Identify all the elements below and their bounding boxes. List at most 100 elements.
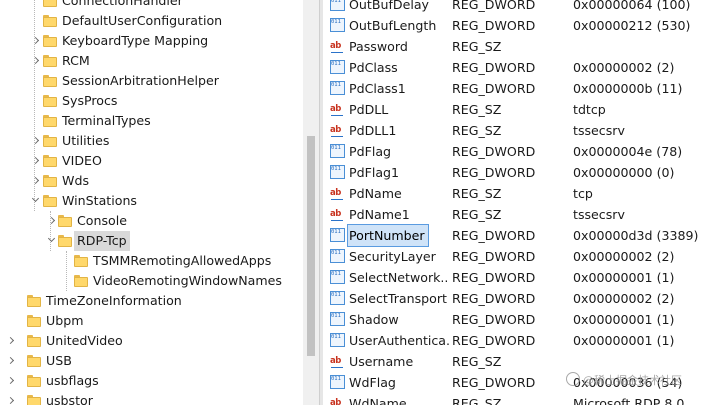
value-row[interactable]: 011 110 PdClass1 REG_DWORD 0x0000000b (11) bbox=[323, 78, 715, 99]
value-type: REG_SZ bbox=[452, 39, 502, 54]
value-name: PdName1 bbox=[349, 207, 410, 222]
value-data: 0x00000212 (530) bbox=[573, 18, 691, 33]
tree-item[interactable]: usbstor bbox=[0, 391, 303, 405]
value-type: REG_DWORD bbox=[452, 144, 536, 159]
value-row[interactable]: ab Username REG_SZ bbox=[323, 351, 715, 372]
chevron-right-icon[interactable] bbox=[6, 331, 16, 351]
tree-item[interactable]: UnitedVideo bbox=[0, 331, 303, 351]
value-row[interactable]: ab PdDLL REG_SZ tdtcp bbox=[323, 99, 715, 120]
tree-item[interactable]: usbflags bbox=[0, 371, 303, 391]
value-name: PdFlag1 bbox=[349, 165, 400, 180]
folder-icon bbox=[27, 355, 41, 367]
value-data: 0x00000d3d (3389) bbox=[573, 228, 699, 243]
value-name: Password bbox=[349, 39, 408, 54]
value-row[interactable]: 011 110 SelectTransport REG_DWORD 0x0000000… bbox=[323, 288, 715, 309]
chevron-right-icon[interactable] bbox=[31, 171, 41, 191]
value-row[interactable]: 011 110 SelectNetwork...REG_DWORD 0x000000… bbox=[323, 267, 715, 288]
chevron-right-icon[interactable] bbox=[31, 51, 41, 71]
value-name: PdName bbox=[349, 186, 402, 201]
value-row[interactable]: 011 110 OutBufDelay REG_DWORD 0x00000064 (1… bbox=[323, 0, 715, 15]
binary-value-icon: 011 110 bbox=[330, 270, 345, 284]
value-name: WdFlag bbox=[349, 375, 396, 390]
registry-values-list[interactable]: 011 110 OutBufDelay REG_DWORD 0x00000064 (1… bbox=[323, 0, 715, 405]
tree-item[interactable]: SessionArbitrationHelper bbox=[0, 71, 303, 91]
value-row[interactable]: ab WdName REG_SZ Microsoft RDP 8.0 bbox=[323, 393, 715, 405]
chevron-right-icon[interactable] bbox=[31, 131, 41, 151]
string-value-icon: ab bbox=[330, 354, 345, 368]
value-name: OutBufLength bbox=[349, 18, 437, 33]
tree-item[interactable]: VIDEO bbox=[0, 151, 303, 171]
tree-item[interactable]: Ubpm bbox=[0, 311, 303, 331]
tree-item[interactable]: TSMMRemotingAllowedApps bbox=[0, 251, 303, 271]
tree-item-label: Wds bbox=[62, 173, 90, 188]
value-name: PdDLL1 bbox=[349, 123, 397, 138]
tree-item[interactable]: Utilities bbox=[0, 131, 303, 151]
value-row[interactable]: 011 110 Shadow REG_DWORD 0x00000001 (1) bbox=[323, 309, 715, 330]
tree-item[interactable]: USB bbox=[0, 351, 303, 371]
chevron-right-icon[interactable] bbox=[6, 371, 16, 391]
value-type: REG_DWORD bbox=[452, 249, 536, 264]
value-name: PdFlag bbox=[349, 144, 392, 159]
binary-value-icon: 011 110 bbox=[330, 291, 345, 305]
tree-item[interactable]: DefaultUserConfiguration bbox=[0, 11, 303, 31]
value-row[interactable]: 011 110 UserAuthentica...REG_DWORD 0x00000… bbox=[323, 330, 715, 351]
chevron-right-icon[interactable] bbox=[47, 211, 57, 231]
tree-item[interactable]: TimeZoneInformation bbox=[0, 291, 303, 311]
tree-item[interactable]: Wds bbox=[0, 171, 303, 191]
value-type: REG_DWORD bbox=[452, 333, 536, 348]
binary-value-icon: 011 110 bbox=[330, 81, 345, 95]
tree-item-label: TimeZoneInformation bbox=[46, 293, 182, 308]
tree-scrollbar-thumb[interactable] bbox=[307, 136, 315, 356]
tree-item[interactable]: TerminalTypes bbox=[0, 111, 303, 131]
tree-item[interactable]: WinStations bbox=[0, 191, 303, 211]
tree-item[interactable]: RDP-Tcp bbox=[0, 231, 303, 251]
value-row[interactable]: ab PdName1 REG_SZ tssecsrv bbox=[323, 204, 715, 225]
tree-item-label: DefaultUserConfiguration bbox=[62, 13, 223, 28]
chevron-right-icon[interactable] bbox=[6, 351, 16, 371]
value-data: tcp bbox=[573, 186, 593, 201]
folder-icon bbox=[27, 295, 41, 307]
string-value-icon: ab bbox=[330, 39, 345, 53]
value-name: SelectTransport bbox=[349, 291, 447, 306]
registry-key-tree[interactable]: ConnectionHandler DefaultUserConfiguratio… bbox=[0, 0, 303, 405]
tree-item[interactable]: Console bbox=[0, 211, 303, 231]
tree-item-label: ConnectionHandler bbox=[62, 0, 183, 8]
tree-item[interactable]: SysProcs bbox=[0, 91, 303, 111]
value-name: PortNumber bbox=[347, 224, 429, 247]
value-data: 0x0000000b (11) bbox=[573, 81, 683, 96]
value-type: REG_SZ bbox=[452, 207, 502, 222]
tree-item-label: TSMMRemotingAllowedApps bbox=[93, 253, 272, 268]
value-row[interactable]: 011 110 SecurityLayer REG_DWORD 0x00000002 … bbox=[323, 246, 715, 267]
value-row[interactable]: ab PdDLL1 REG_SZ tssecsrv bbox=[323, 120, 715, 141]
chevron-right-icon[interactable] bbox=[31, 151, 41, 171]
chevron-down-icon[interactable] bbox=[47, 231, 57, 251]
value-data: tdtcp bbox=[573, 102, 606, 117]
tree-item[interactable]: VideoRemotingWindowNames bbox=[0, 271, 303, 291]
folder-icon bbox=[43, 135, 57, 147]
tree-item[interactable]: ConnectionHandler bbox=[0, 0, 303, 11]
tree-scrollbar[interactable] bbox=[303, 0, 319, 405]
value-row[interactable]: 011 110 PdFlag REG_DWORD 0x0000004e (78) bbox=[323, 141, 715, 162]
folder-icon bbox=[43, 55, 57, 67]
folder-icon bbox=[43, 95, 57, 107]
chevron-down-icon[interactable] bbox=[31, 191, 41, 211]
value-data: tssecsrv bbox=[573, 207, 625, 222]
tree-item-label: RCM bbox=[62, 53, 90, 68]
folder-icon bbox=[43, 175, 57, 187]
value-data: 0x0000004e (78) bbox=[573, 144, 683, 159]
tree-item[interactable]: RCM bbox=[0, 51, 303, 71]
value-row[interactable]: ab PdName REG_SZ tcp bbox=[323, 183, 715, 204]
tree-item-label: VideoRemotingWindowNames bbox=[93, 273, 282, 288]
tree-item[interactable]: KeyboardType Mapping bbox=[0, 31, 303, 51]
chevron-right-icon[interactable] bbox=[6, 391, 16, 405]
value-row[interactable]: 011 110 OutBufLength REG_DWORD 0x00000212 (… bbox=[323, 15, 715, 36]
value-row[interactable]: 011 110 PdFlag1 REG_DWORD 0x00000000 (0) bbox=[323, 162, 715, 183]
value-name: PdDLL bbox=[349, 102, 389, 117]
value-type: REG_DWORD bbox=[452, 270, 536, 285]
value-row[interactable]: 011 110PortNumber REG_DWORD 0x00000d3d (33… bbox=[323, 224, 715, 247]
value-name: PdClass bbox=[349, 60, 398, 75]
value-row[interactable]: ab Password REG_SZ bbox=[323, 36, 715, 57]
value-row[interactable]: 011 110 PdClass REG_DWORD 0x00000002 (2) bbox=[323, 57, 715, 78]
chevron-right-icon[interactable] bbox=[31, 31, 41, 51]
folder-icon bbox=[43, 75, 57, 87]
